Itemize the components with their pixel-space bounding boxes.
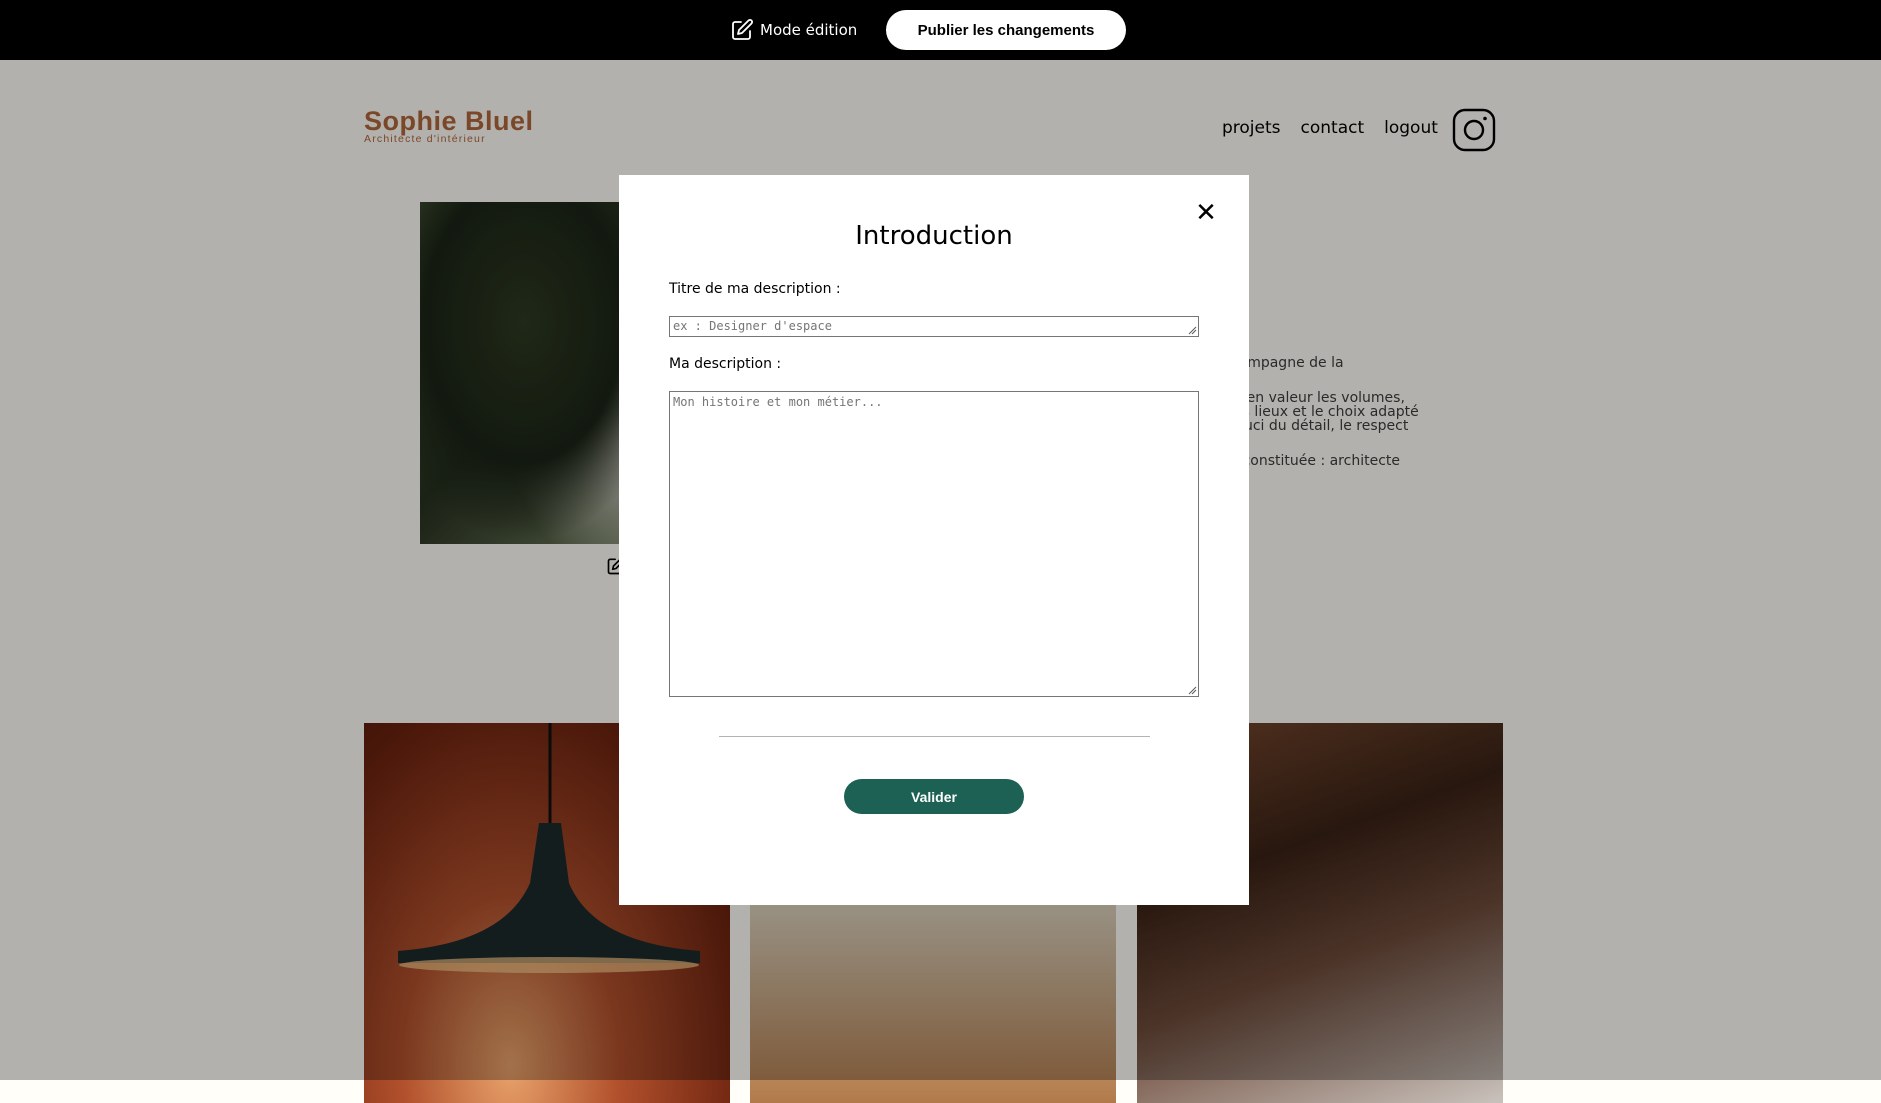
- modal-title: Introduction: [855, 221, 1013, 251]
- description-field-label: Ma description :: [669, 356, 782, 372]
- modal-divider: [719, 736, 1150, 737]
- description-textarea[interactable]: [669, 391, 1199, 697]
- publish-changes-button[interactable]: Publier les changements: [886, 10, 1126, 50]
- edit-mode-indicator[interactable]: Mode édition: [730, 17, 857, 43]
- submit-button[interactable]: Valider: [844, 779, 1024, 814]
- pen-square-icon: [732, 19, 753, 40]
- title-field-label: Titre de ma description :: [669, 281, 841, 297]
- description-title-input[interactable]: [669, 316, 1199, 337]
- resize-grip-icon[interactable]: [1187, 325, 1197, 335]
- edit-mode-label: Mode édition: [760, 21, 858, 39]
- edit-mode-bar: Mode édition Publier les changements: [0, 0, 1881, 60]
- resize-grip-icon[interactable]: [1187, 685, 1197, 695]
